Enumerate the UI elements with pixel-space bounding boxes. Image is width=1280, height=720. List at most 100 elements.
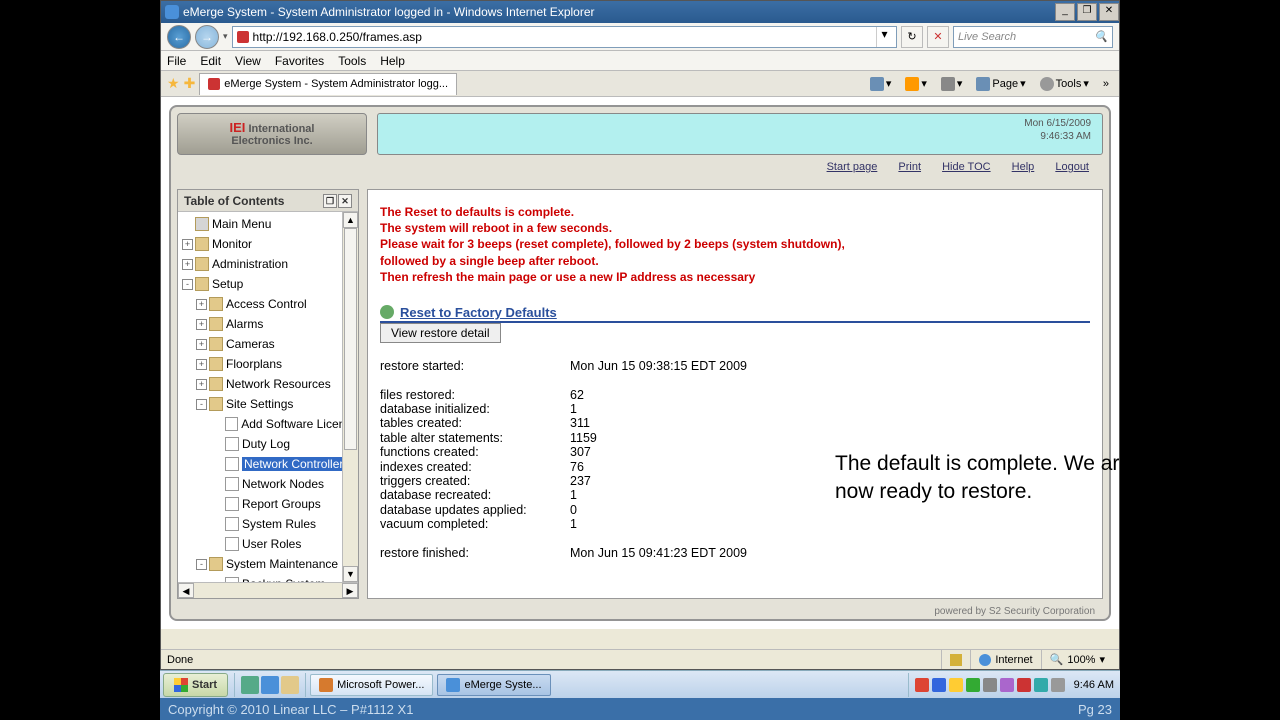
tree-item-label: Report Groups — [242, 497, 321, 511]
tray-icon-3[interactable] — [949, 678, 963, 692]
tools-menu[interactable]: Tools ▾ — [1036, 75, 1093, 93]
tree-toggle-icon[interactable]: - — [196, 559, 207, 570]
status-security[interactable] — [941, 650, 970, 669]
feeds-button[interactable]: ▾ — [901, 75, 931, 93]
link-logout[interactable]: Logout — [1055, 161, 1089, 173]
menu-tools[interactable]: Tools — [338, 54, 366, 68]
close-button[interactable]: ✕ — [1099, 3, 1119, 21]
tree-item-add-software-license[interactable]: Add Software License — [178, 414, 358, 434]
toc-close-button[interactable]: ✕ — [338, 194, 352, 208]
log-row: database initialized:1 — [380, 402, 1090, 416]
tree-item-user-roles[interactable]: User Roles — [178, 534, 358, 554]
tray-icon-6[interactable] — [1000, 678, 1014, 692]
tree-toggle-icon[interactable]: + — [182, 239, 193, 250]
browser-tab[interactable]: eMerge System - System Administrator log… — [199, 73, 457, 95]
tree-item-administration[interactable]: +Administration — [178, 254, 358, 274]
tree-item-label: Network Controller — [242, 457, 345, 471]
page-menu[interactable]: Page ▾ — [972, 75, 1029, 93]
tree-item-report-groups[interactable]: Report Groups — [178, 494, 358, 514]
taskbar: Start Microsoft Power... eMerge Syste...… — [160, 670, 1120, 698]
start-button[interactable]: Start — [163, 673, 228, 697]
tree-item-network-nodes[interactable]: Network Nodes — [178, 474, 358, 494]
tree-toggle-icon[interactable]: - — [196, 399, 207, 410]
tree-item-access-control[interactable]: +Access Control — [178, 294, 358, 314]
link-start-page[interactable]: Start page — [827, 161, 878, 173]
tree-item-monitor[interactable]: +Monitor — [178, 234, 358, 254]
add-favorites-icon[interactable]: ✚ — [184, 75, 196, 92]
menu-favorites[interactable]: Favorites — [275, 54, 324, 68]
status-zone[interactable]: Internet — [970, 650, 1040, 669]
taskbar-emerge[interactable]: eMerge Syste... — [437, 674, 550, 696]
address-dropdown[interactable]: ▾ — [876, 27, 892, 47]
status-zoom[interactable]: 🔍100% ▾ — [1041, 650, 1113, 669]
taskbar-powerpoint[interactable]: Microsoft Power... — [310, 674, 433, 696]
menu-file[interactable]: File — [167, 54, 186, 68]
minimize-button[interactable]: _ — [1055, 3, 1075, 21]
favorites-icon[interactable]: ★ — [167, 75, 180, 92]
scroll-right-icon[interactable]: ▶ — [342, 583, 358, 598]
tree-item-setup[interactable]: -Setup — [178, 274, 358, 294]
stop-button[interactable]: ✕ — [927, 26, 949, 48]
chevron-button[interactable]: » — [1099, 76, 1113, 92]
tray-icon-2[interactable] — [932, 678, 946, 692]
menu-edit[interactable]: Edit — [200, 54, 221, 68]
tray-icon-7[interactable] — [1017, 678, 1031, 692]
tray-icon-4[interactable] — [966, 678, 980, 692]
nav-dropdown[interactable]: ▾ — [223, 31, 228, 42]
tray-clock[interactable]: 9:46 AM — [1068, 679, 1114, 691]
link-print[interactable]: Print — [898, 161, 921, 173]
forward-button[interactable]: → — [195, 25, 219, 49]
tree-toggle-icon[interactable]: + — [196, 319, 207, 330]
toc-restore-button[interactable]: ❐ — [323, 194, 337, 208]
scroll-left-icon[interactable]: ◀ — [178, 583, 194, 598]
link-help[interactable]: Help — [1012, 161, 1035, 173]
ql-explorer-icon[interactable] — [281, 676, 299, 694]
tree-item-site-settings[interactable]: -Site Settings — [178, 394, 358, 414]
tray-icon-8[interactable] — [1034, 678, 1048, 692]
status-done: Done — [167, 654, 941, 666]
tray-volume-icon[interactable] — [1051, 678, 1065, 692]
tree-toggle-icon[interactable]: + — [196, 379, 207, 390]
back-button[interactable]: ← — [167, 25, 191, 49]
menu-bar: File Edit View Favorites Tools Help — [161, 51, 1119, 71]
menu-view[interactable]: View — [235, 54, 261, 68]
print-button[interactable]: ▾ — [937, 75, 967, 93]
tree-toggle-icon[interactable]: - — [182, 279, 193, 290]
maximize-button[interactable]: ❐ — [1077, 3, 1097, 21]
tree-item-alarms[interactable]: +Alarms — [178, 314, 358, 334]
refresh-button[interactable]: ↻ — [901, 26, 923, 48]
scroll-track[interactable] — [194, 583, 342, 598]
tree-toggle-icon[interactable]: + — [182, 259, 193, 270]
tree-toggle-icon[interactable]: + — [196, 299, 207, 310]
home-button[interactable]: ▾ — [866, 75, 896, 93]
scroll-down-icon[interactable]: ▼ — [343, 566, 358, 582]
search-icon[interactable]: 🔍 — [1094, 30, 1108, 43]
tree-item-main-menu[interactable]: Main Menu — [178, 214, 358, 234]
menu-help[interactable]: Help — [380, 54, 405, 68]
tree-item-cameras[interactable]: +Cameras — [178, 334, 358, 354]
view-restore-detail-button[interactable]: View restore detail — [380, 323, 501, 343]
tree-item-system-maintenance[interactable]: -System Maintenance — [178, 554, 358, 574]
tree-toggle-icon — [212, 479, 223, 490]
tray-icon-1[interactable] — [915, 678, 929, 692]
tree-item-backup-system[interactable]: Backup System — [178, 574, 358, 582]
tree-item-label: User Roles — [242, 537, 301, 551]
log-row: vacuum completed:1 — [380, 517, 1090, 531]
tree-item-duty-log[interactable]: Duty Log — [178, 434, 358, 454]
tree-item-system-rules[interactable]: System Rules — [178, 514, 358, 534]
scroll-up-icon[interactable]: ▲ — [343, 212, 358, 228]
toc-hscrollbar[interactable]: ◀ ▶ — [178, 582, 358, 598]
ql-desktop-icon[interactable] — [241, 676, 259, 694]
tree-item-floorplans[interactable]: +Floorplans — [178, 354, 358, 374]
search-box[interactable]: Live Search 🔍 — [953, 26, 1113, 48]
tree-toggle-icon[interactable]: + — [196, 339, 207, 350]
tree-item-network-controller[interactable]: Network Controller — [178, 454, 358, 474]
scroll-thumb[interactable] — [344, 228, 357, 450]
link-hide-toc[interactable]: Hide TOC — [942, 161, 991, 173]
tray-icon-5[interactable] — [983, 678, 997, 692]
toc-vscrollbar[interactable]: ▲ ▼ — [342, 212, 358, 582]
tree-toggle-icon[interactable]: + — [196, 359, 207, 370]
address-bar[interactable]: http://192.168.0.250/frames.asp ▾ — [232, 26, 897, 48]
tree-item-network-resources[interactable]: +Network Resources — [178, 374, 358, 394]
ql-ie-icon[interactable] — [261, 676, 279, 694]
